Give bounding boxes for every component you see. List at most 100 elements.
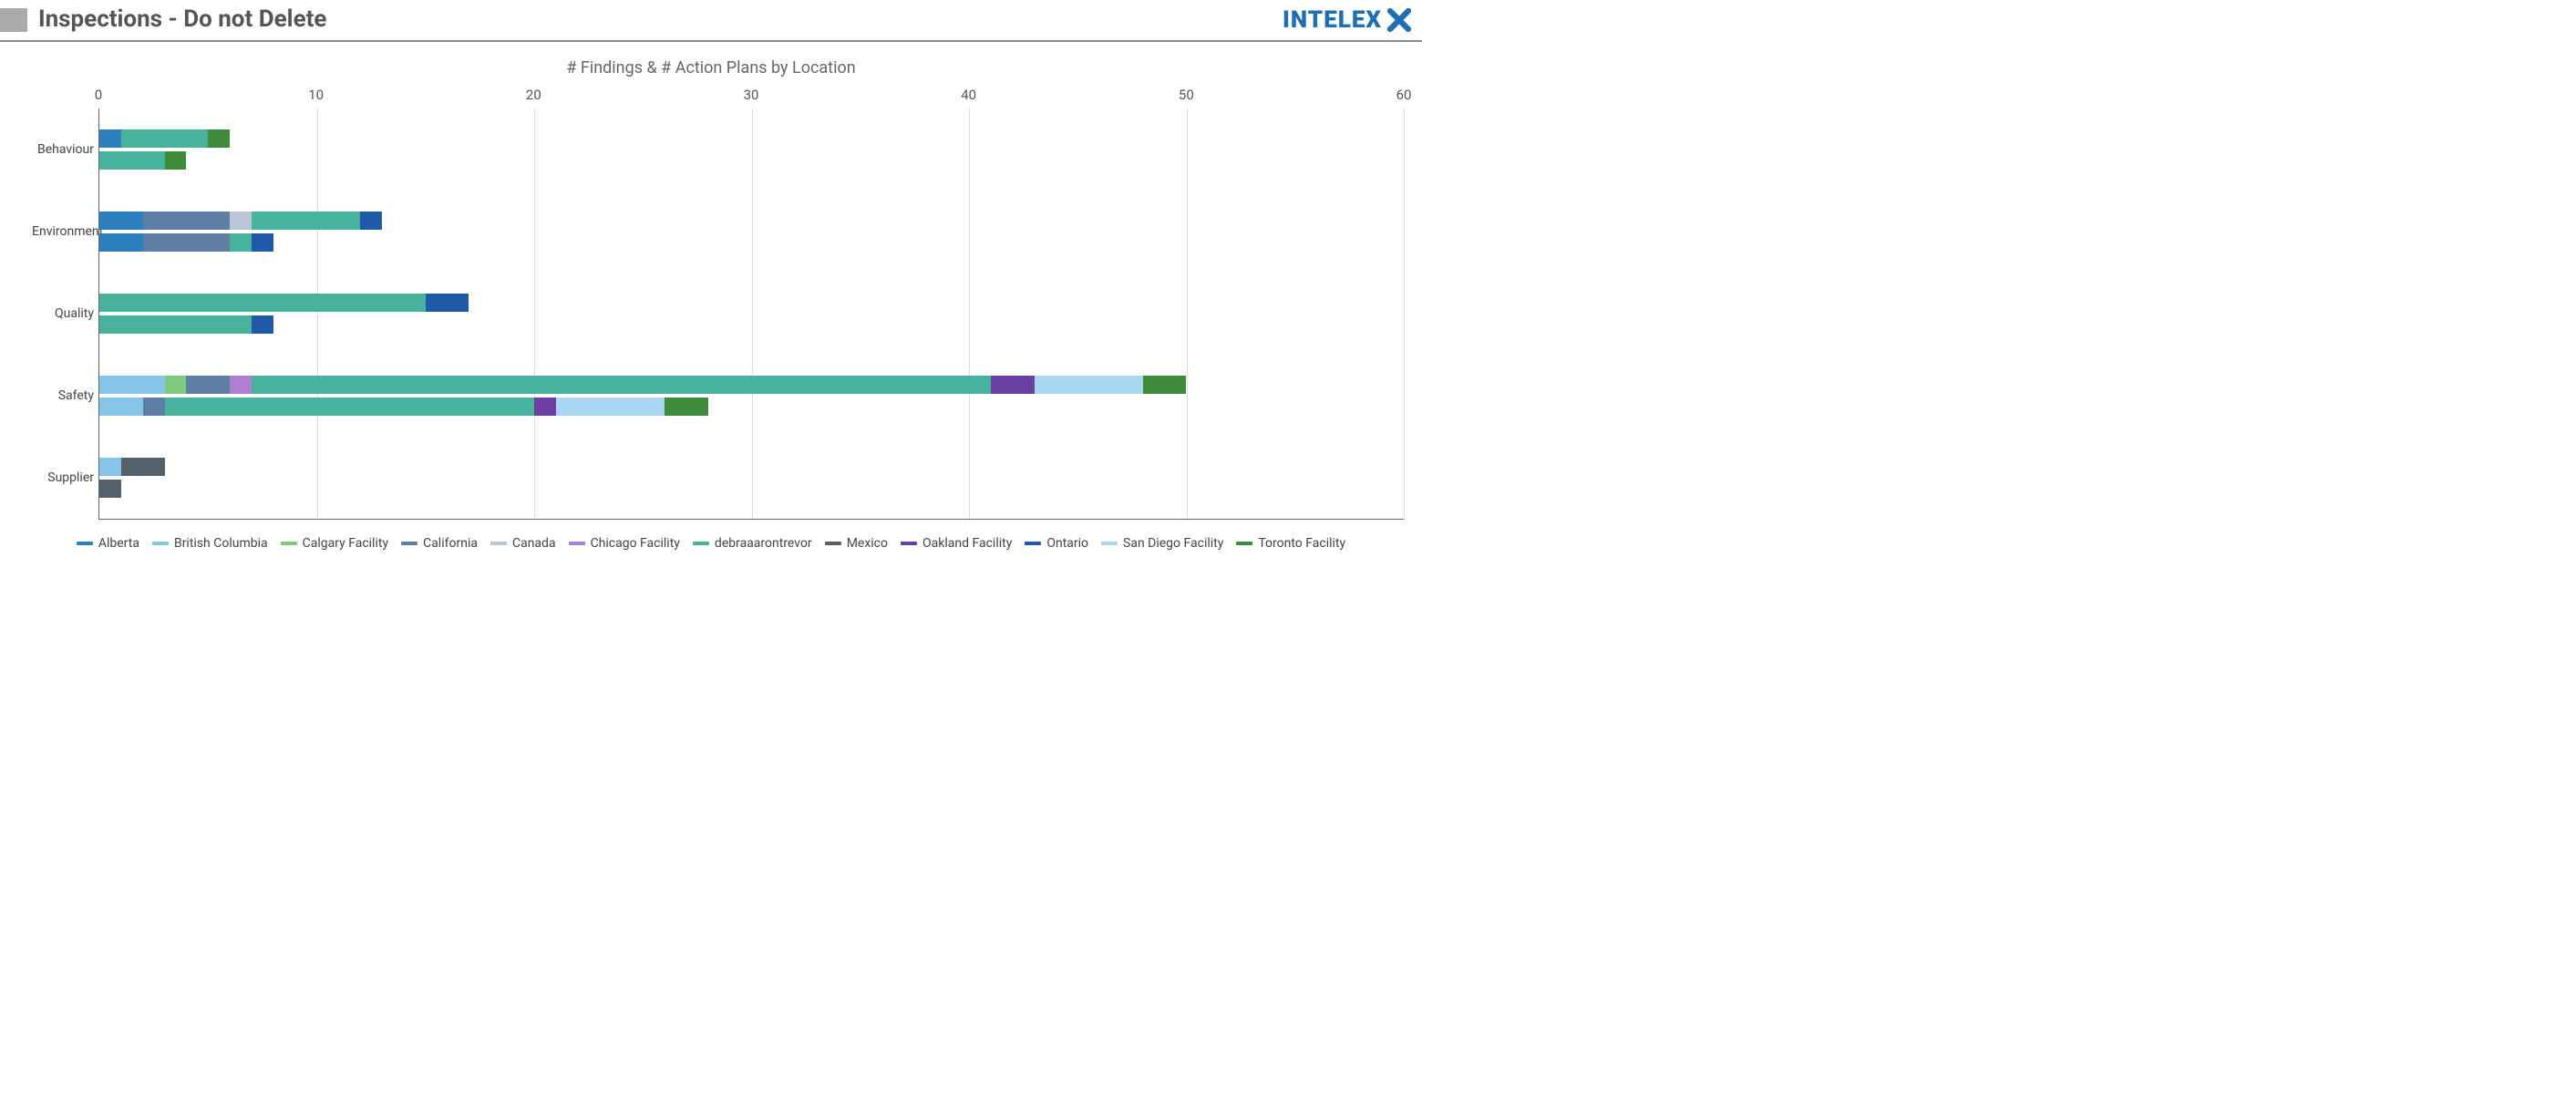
header-band: Inspections - Do not Delete INTELEX	[0, 0, 1422, 42]
legend-swatch	[281, 542, 297, 545]
bar-action-plans[interactable]	[99, 398, 1404, 416]
category-label: Environment	[32, 224, 94, 239]
segment[interactable]	[230, 212, 252, 230]
bar-action-plans[interactable]	[99, 315, 1404, 334]
legend-label: Mexico	[847, 536, 888, 551]
legend-swatch	[569, 542, 585, 545]
category-label: Behaviour	[32, 142, 94, 157]
bar-action-plans[interactable]	[99, 233, 1404, 252]
brand-x-icon	[1386, 6, 1413, 34]
segment[interactable]	[99, 315, 252, 334]
legend-swatch	[77, 542, 93, 545]
segment[interactable]	[165, 398, 534, 416]
gridline	[1404, 108, 1405, 519]
segment[interactable]	[1035, 376, 1143, 394]
category-label: Quality	[32, 306, 94, 321]
segment[interactable]	[99, 458, 121, 476]
segment[interactable]	[99, 480, 121, 498]
legend-item[interactable]: Calgary Facility	[281, 536, 388, 551]
segment[interactable]	[99, 212, 143, 230]
bar-findings[interactable]	[99, 294, 1404, 312]
page: Inspections - Do not Delete INTELEX # Fi…	[0, 0, 1422, 565]
segment[interactable]	[99, 233, 143, 252]
segment[interactable]	[252, 233, 273, 252]
legend-label: debraaarontrevor	[715, 536, 812, 551]
category-group: Supplier	[99, 437, 1404, 519]
segment[interactable]	[165, 376, 187, 394]
category-label: Safety	[32, 388, 94, 403]
segment[interactable]	[121, 129, 208, 148]
legend-item[interactable]: California	[401, 536, 478, 551]
x-tick-label: 20	[526, 87, 541, 103]
x-tick-label: 30	[744, 87, 759, 103]
legend-label: Ontario	[1046, 536, 1088, 551]
legend-swatch	[152, 542, 169, 545]
legend-label: Canada	[512, 536, 556, 551]
legend-item[interactable]: Alberta	[77, 536, 139, 551]
legend-item[interactable]: Mexico	[825, 536, 888, 551]
segment[interactable]	[534, 398, 556, 416]
legend-label: Alberta	[98, 536, 139, 551]
segment[interactable]	[360, 212, 382, 230]
legend-swatch	[1236, 542, 1252, 545]
brand-logo: INTELEX	[1283, 6, 1413, 34]
segment[interactable]	[143, 233, 230, 252]
segment[interactable]	[165, 151, 187, 170]
category-group: Environment	[99, 191, 1404, 273]
legend-item[interactable]: San Diego Facility	[1101, 536, 1223, 551]
x-tick-label: 40	[961, 87, 976, 103]
segment[interactable]	[426, 294, 469, 312]
segment[interactable]	[99, 294, 426, 312]
segment[interactable]	[143, 398, 165, 416]
x-tick-label: 50	[1179, 87, 1194, 103]
segment[interactable]	[208, 129, 230, 148]
segment[interactable]	[252, 376, 991, 394]
brand-text: INTELEX	[1283, 6, 1382, 34]
segment[interactable]	[99, 151, 165, 170]
segment[interactable]	[99, 129, 121, 148]
bar-action-plans[interactable]	[99, 151, 1404, 170]
segment[interactable]	[121, 458, 165, 476]
chart-area: 0102030405060 BehaviourEnvironmentQualit…	[36, 87, 1404, 520]
category-group: Safety	[99, 355, 1404, 437]
legend-swatch	[1101, 542, 1118, 545]
segment[interactable]	[99, 398, 143, 416]
legend-label: British Columbia	[174, 536, 268, 551]
segment[interactable]	[991, 376, 1035, 394]
bar-findings[interactable]	[99, 376, 1404, 394]
chart-title: # Findings & # Action Plans by Location	[0, 58, 1422, 77]
x-tick-label: 10	[308, 87, 324, 103]
page-title: Inspections - Do not Delete	[38, 0, 1283, 40]
bar-findings[interactable]	[99, 458, 1404, 476]
legend-swatch	[901, 542, 917, 545]
segment[interactable]	[252, 315, 273, 334]
legend-item[interactable]: debraaarontrevor	[693, 536, 812, 551]
legend-label: San Diego Facility	[1123, 536, 1223, 551]
legend-item[interactable]: Ontario	[1025, 536, 1088, 551]
legend-item[interactable]: Canada	[490, 536, 556, 551]
category-label: Supplier	[32, 470, 94, 485]
legend-item[interactable]: British Columbia	[152, 536, 268, 551]
plot-area[interactable]: BehaviourEnvironmentQualitySafetySupplie…	[98, 108, 1404, 520]
chart-legend: Alberta British Columbia Calgary Facility C…	[18, 536, 1404, 551]
segment[interactable]	[665, 398, 708, 416]
segment[interactable]	[556, 398, 665, 416]
legend-item[interactable]: Chicago Facility	[569, 536, 680, 551]
legend-swatch	[693, 542, 709, 545]
segment[interactable]	[252, 212, 360, 230]
legend-item[interactable]: Toronto Facility	[1236, 536, 1345, 551]
x-tick-label: 60	[1396, 87, 1412, 103]
bar-findings[interactable]	[99, 212, 1404, 230]
segment[interactable]	[99, 376, 165, 394]
segment[interactable]	[230, 233, 252, 252]
legend-label: Oakland Facility	[922, 536, 1012, 551]
segment[interactable]	[230, 376, 252, 394]
segment[interactable]	[1143, 376, 1187, 394]
legend-swatch	[825, 542, 841, 545]
bar-findings[interactable]	[99, 129, 1404, 148]
segment[interactable]	[143, 212, 230, 230]
legend-item[interactable]: Oakland Facility	[901, 536, 1012, 551]
bar-action-plans[interactable]	[99, 480, 1404, 498]
x-tick-label: 0	[95, 87, 102, 103]
segment[interactable]	[186, 376, 230, 394]
